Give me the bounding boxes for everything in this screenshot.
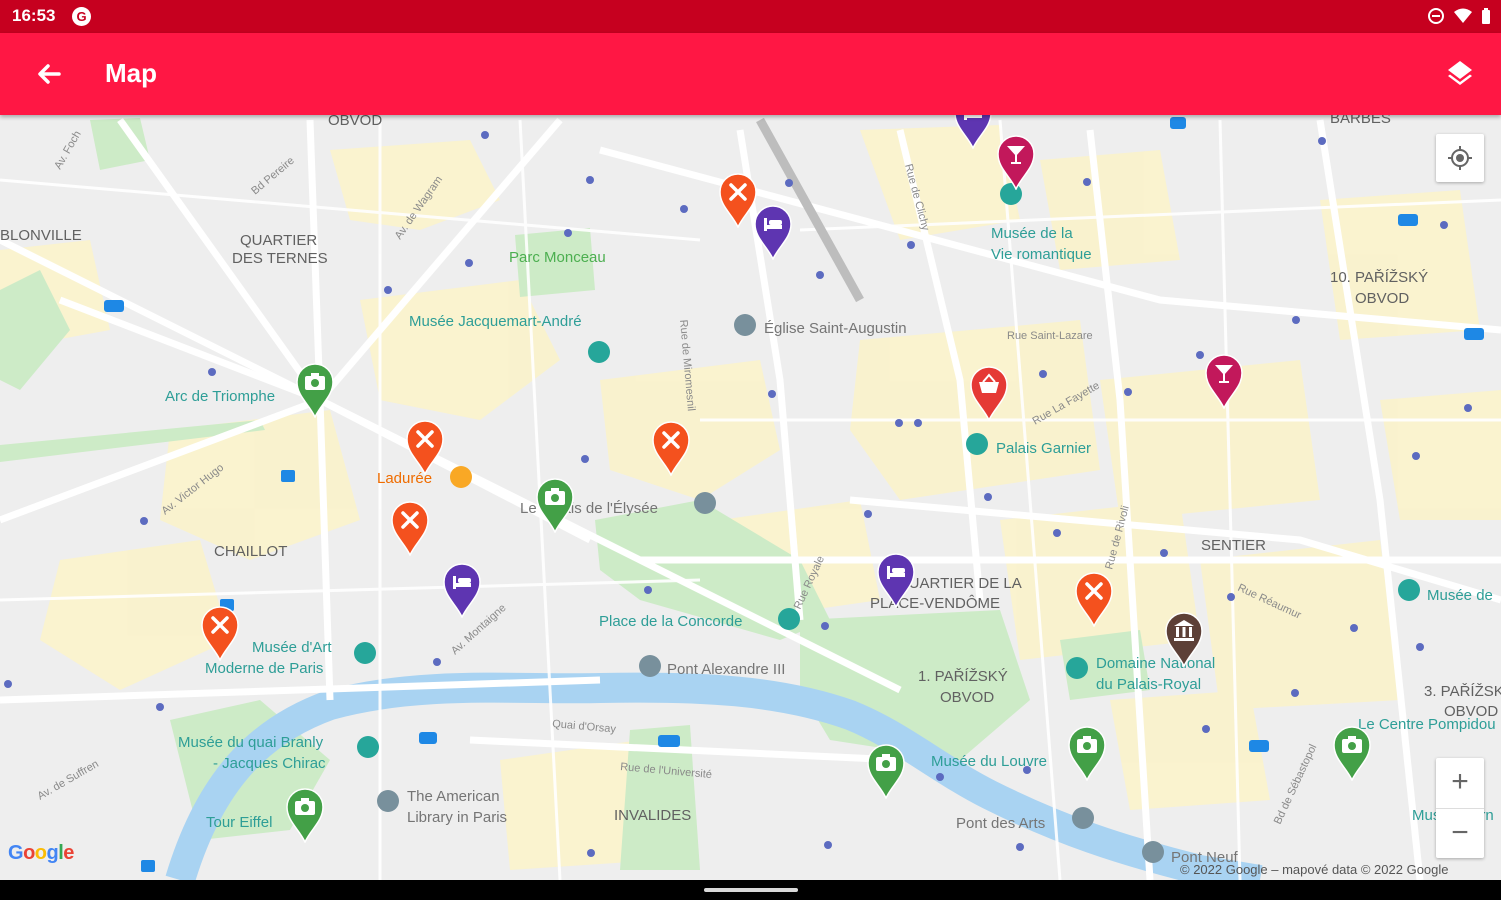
svg-text:DES TERNES: DES TERNES [232,250,328,267]
wifi-icon [1453,7,1473,30]
svg-text:Quai d'Orsay: Quai d'Orsay [552,718,617,736]
app-notification-icon: G [72,7,91,26]
my-location-icon [1448,146,1472,170]
svg-text:CHAILLOT: CHAILLOT [214,543,287,560]
map-pin-sight[interactable] [285,787,325,843]
map-view[interactable]: BLONVILLE QUARTIER DES TERNES CHAILLOT SE… [0,115,1501,880]
map-pin-sight[interactable] [295,362,335,418]
svg-text:Pont des Arts: Pont des Arts [956,815,1045,832]
svg-text:QUARTIER: QUARTIER [240,232,317,249]
svg-text:Pont Alexandre III: Pont Alexandre III [667,661,785,678]
layers-button[interactable] [1442,55,1478,91]
map-pin-hotel[interactable] [442,562,482,618]
svg-text:10. PAŘÍŽSKÝ: 10. PAŘÍŽSKÝ [1330,269,1428,286]
back-button[interactable] [30,55,68,93]
svg-text:SENTIER: SENTIER [1201,537,1266,554]
map-pin-hotel[interactable] [876,552,916,608]
map-pin-museum[interactable] [1164,611,1204,667]
map-pin-bar[interactable] [996,134,1036,190]
svg-text:Bd Pereire: Bd Pereire [249,155,297,198]
svg-text:Musée du Louvre: Musée du Louvre [931,753,1047,770]
svg-text:Palais Garnier: Palais Garnier [996,440,1091,457]
svg-text:BARBES: BARBES [1330,115,1391,127]
svg-text:- Jacques Chirac: - Jacques Chirac [213,755,326,772]
zoom-controls: + − [1436,758,1484,858]
status-icons [1427,7,1491,30]
zoom-out-button[interactable]: − [1436,808,1484,859]
map-pin-sight[interactable] [535,477,575,533]
svg-text:Moderne de Paris: Moderne de Paris [205,660,323,677]
map-pin-bar[interactable] [1204,353,1244,409]
app-bar: Map [0,33,1501,115]
map-pin-sight[interactable] [866,743,906,799]
status-time: 16:53 [12,6,56,25]
svg-text:OBVOD: OBVOD [940,689,994,706]
map-pin-restaurant[interactable] [651,420,691,476]
google-logo: Google [8,842,74,864]
arrow-back-icon [38,64,61,84]
svg-text:Arc de Triomphe: Arc de Triomphe [165,388,275,405]
map-pin-sight[interactable] [1067,725,1107,781]
svg-text:Place de la Concorde: Place de la Concorde [599,613,742,630]
page-title: Map [105,58,157,88]
svg-text:BLONVILLE: BLONVILLE [0,227,82,244]
svg-text:Tour Eiffel: Tour Eiffel [206,814,272,831]
map-pin-restaurant[interactable] [390,500,430,556]
map-attribution[interactable]: © 2022 Google – mapové data © 2022 Googl… [1180,862,1449,877]
map-pin-hotel[interactable] [753,204,793,260]
zoom-in-button[interactable]: + [1436,758,1484,808]
layers-icon [1448,61,1472,85]
map-pin-hotel[interactable] [953,115,993,149]
map-base: BLONVILLE QUARTIERDES TERNES CHAILLOT SE… [0,115,1501,880]
svg-text:Musée Jacquemart-André: Musée Jacquemart-André [409,313,582,330]
svg-text:Musée du quai Branly: Musée du quai Branly [178,734,324,751]
svg-text:Musée de: Musée de [1427,587,1493,604]
svg-text:Rue Saint-Lazare: Rue Saint-Lazare [1007,330,1093,342]
svg-text:3. PAŘÍŽSKÝ: 3. PAŘÍŽSKÝ [1424,683,1501,700]
status-bar: 16:53 G [0,0,1501,33]
map-pin-shopping[interactable] [969,365,1009,421]
map-pin-restaurant[interactable] [1074,571,1114,627]
svg-text:OBVOD: OBVOD [1355,290,1409,307]
map-pin-sight[interactable] [1332,725,1372,781]
map-pin-restaurant[interactable] [200,605,240,661]
battery-icon [1481,7,1491,30]
svg-text:INVALIDES: INVALIDES [614,807,691,824]
svg-text:Musée d'Art: Musée d'Art [252,639,332,656]
svg-text:Av. de Suffren: Av. de Suffren [36,758,101,803]
svg-text:Le Centre Pompidou: Le Centre Pompidou [1358,716,1496,733]
map-pin-restaurant[interactable] [405,419,445,475]
do-not-disturb-icon [1427,7,1445,30]
svg-text:1. PAŘÍŽSKÝ: 1. PAŘÍŽSKÝ [918,668,1008,685]
svg-text:Église Saint-Augustin: Église Saint-Augustin [764,320,907,337]
svg-text:Musée de la: Musée de la [991,225,1073,242]
my-location-button[interactable] [1436,134,1484,182]
svg-text:du Palais-Royal: du Palais-Royal [1096,676,1201,693]
gesture-handle[interactable] [704,888,798,892]
svg-text:Library in Paris: Library in Paris [407,809,507,826]
svg-text:The American: The American [407,788,500,805]
svg-text:Parc Monceau: Parc Monceau [509,249,606,266]
svg-text:Vie romantique: Vie romantique [991,246,1092,263]
map-pin-restaurant[interactable] [718,172,758,228]
svg-text:Av. Foch: Av. Foch [52,129,84,172]
svg-text:OBVOD: OBVOD [328,115,382,129]
svg-text:Bd de Sébastopol: Bd de Sébastopol [1272,742,1320,826]
